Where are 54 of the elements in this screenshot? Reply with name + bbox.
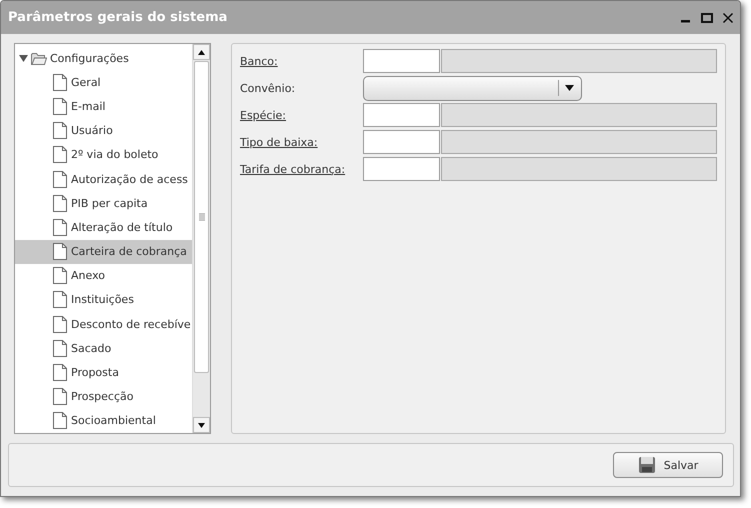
document-icon	[53, 316, 67, 333]
tree-item[interactable]: Sacado	[15, 336, 192, 360]
close-icon[interactable]	[722, 12, 734, 24]
tree-item[interactable]: Anexo	[15, 264, 192, 288]
document-icon	[53, 243, 67, 260]
maximize-icon[interactable]	[701, 12, 713, 24]
tree-item[interactable]: Proposta	[15, 360, 192, 385]
dropdown-arrow-icon[interactable]	[565, 85, 574, 91]
expand-arrow-icon[interactable]	[19, 54, 28, 63]
tree-item[interactable]: PIB per capita	[15, 191, 192, 216]
tree-item[interactable]: E-mail	[15, 94, 192, 119]
document-icon	[53, 98, 67, 115]
document-icon	[53, 267, 67, 284]
field-link-label[interactable]: Tarifa de cobrança:	[240, 162, 363, 176]
folder-icon	[31, 52, 47, 65]
save-button[interactable]: Salvar	[613, 452, 723, 478]
document-icon	[53, 170, 67, 188]
field-link-label[interactable]: Espécie:	[240, 108, 363, 122]
document-icon	[53, 364, 67, 382]
scrollbar[interactable]	[192, 44, 210, 433]
tree-item[interactable]: Carteira de cobrança	[15, 240, 192, 264]
document-icon	[53, 194, 67, 212]
code-field[interactable]	[363, 103, 440, 127]
code-field[interactable]	[363, 49, 440, 73]
grip-icon	[198, 213, 204, 221]
field-link-label[interactable]: Banco:	[240, 54, 363, 68]
document-icon	[53, 74, 67, 91]
document-icon	[53, 291, 67, 308]
field-link-label[interactable]: Tipo de baixa:	[240, 136, 363, 148]
scroll-down-button[interactable]	[193, 417, 210, 433]
tree-item[interactable]: Autorização de acess	[15, 166, 192, 192]
field-label: Convênio:	[240, 82, 296, 94]
tree-item[interactable]: Usuário	[15, 118, 192, 143]
tree-item[interactable]: Socioambiental	[15, 408, 192, 433]
tree-item[interactable]: Instituições	[15, 288, 192, 312]
tree-item[interactable]: 2º via do boleto	[15, 142, 192, 167]
down-arrow-icon	[198, 422, 205, 428]
code-field[interactable]	[363, 130, 440, 154]
tree-item[interactable]: Configurações	[15, 46, 192, 70]
scroll-thumb[interactable]	[194, 61, 209, 373]
tree-item[interactable]: Prospecção	[15, 384, 192, 409]
document-icon	[53, 122, 67, 140]
tree-item[interactable]: Alteração de título	[15, 215, 192, 240]
document-icon	[53, 412, 67, 430]
window-title: Parâmetros gerais do sistema	[8, 10, 228, 25]
tree-item[interactable]: Geral	[15, 70, 192, 94]
tree-item[interactable]: Desconto de recebíve	[15, 312, 192, 336]
document-icon	[53, 388, 67, 406]
document-icon	[53, 218, 67, 236]
code-field[interactable]	[363, 157, 440, 181]
scroll-up-button[interactable]	[193, 44, 210, 60]
document-icon	[53, 340, 67, 357]
up-arrow-icon	[198, 50, 205, 54]
document-icon	[53, 146, 67, 164]
